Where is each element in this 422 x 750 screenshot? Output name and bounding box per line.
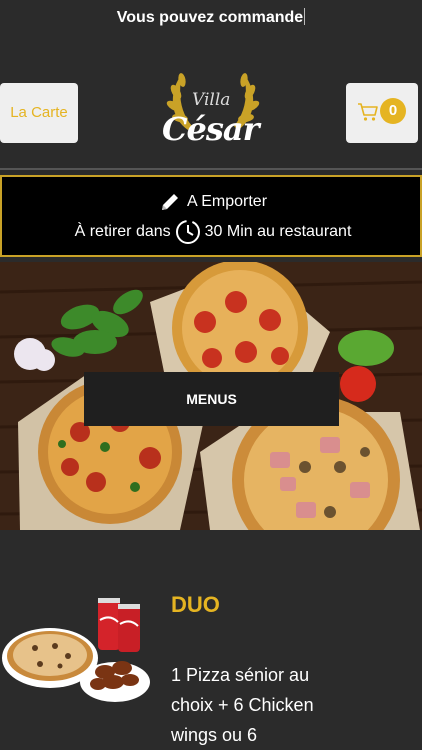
cart-button[interactable]: 0: [346, 83, 418, 143]
pencil-icon: [161, 194, 178, 210]
product-image-duo: [2, 598, 150, 702]
logo-cesar-text: César: [162, 110, 259, 148]
pickup-prefix: À retirer dans: [74, 223, 171, 241]
restaurant-logo: Villa César: [158, 60, 268, 160]
pickup-time: 30 Min au restaurant: [204, 223, 352, 241]
cart-count-badge: 0: [380, 98, 406, 124]
announcement-ticker: Vous pouvez commande: [0, 0, 422, 36]
shopping-cart-icon: [358, 103, 378, 121]
la-carte-button[interactable]: La Carte: [0, 83, 78, 143]
order-mode-label: A Emporter: [186, 193, 268, 211]
order-mode-panel[interactable]: A Emporter À retirer dans 30 Min au rest…: [0, 175, 422, 257]
header-divider: [0, 168, 422, 170]
menus-button[interactable]: MENUS: [84, 372, 339, 426]
product-card-duo[interactable]: DUO 1 Pizza sénior au choix + 6 Chicken …: [0, 530, 422, 750]
header: La Carte Villa César 0: [0, 36, 422, 168]
ticker-text: Vous pouvez commande: [116, 9, 304, 26]
logo-villa-text: Villa: [192, 90, 231, 110]
product-title: DUO: [171, 592, 220, 617]
clock-icon: [175, 220, 200, 244]
pickup-time-row: À retirer dans 30 Min au restaurant: [2, 219, 422, 245]
hero-pizza-banner: MENUS: [0, 262, 422, 530]
text-caret: [304, 8, 306, 25]
order-mode-row: A Emporter: [2, 191, 422, 213]
product-description: 1 Pizza sénior au choix + 6 Chicken wing…: [171, 665, 314, 745]
